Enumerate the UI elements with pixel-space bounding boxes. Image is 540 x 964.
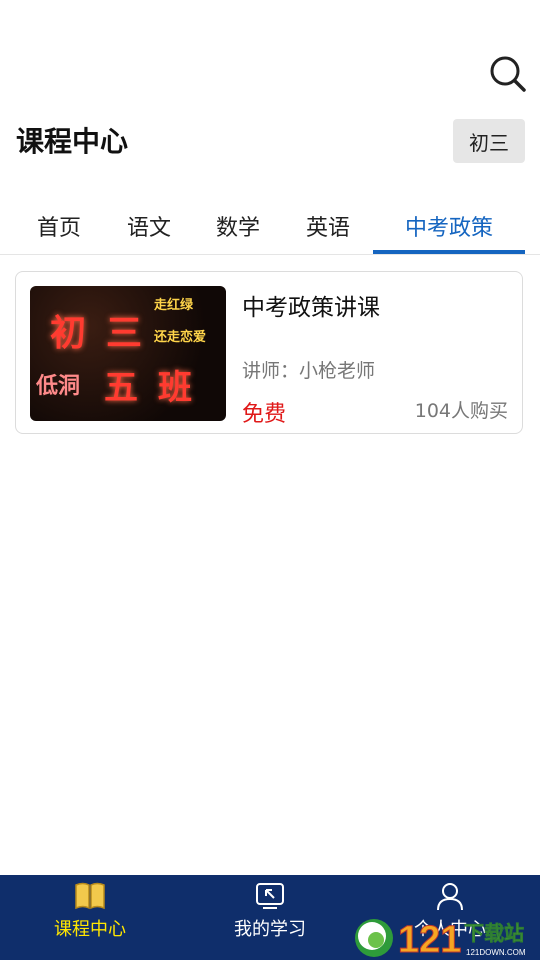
thumb-text-wu: 五 bbox=[104, 368, 138, 408]
tab-english[interactable]: 英语 bbox=[291, 196, 365, 254]
thumb-text-small-1: 走红绿 bbox=[154, 298, 194, 313]
user-icon bbox=[437, 883, 463, 911]
thumb-text-chu: 初 bbox=[50, 313, 87, 354]
nav-course-center-label: 课程中心 bbox=[54, 919, 126, 940]
search-button[interactable] bbox=[486, 52, 530, 96]
search-icon bbox=[490, 56, 526, 92]
tab-home[interactable]: 首页 bbox=[22, 196, 96, 254]
course-teacher: 讲师：小枪老师 bbox=[242, 360, 376, 382]
course-card[interactable]: 初 三 走红绿 还走恋爱 低洞 五 班 中考政策讲课 讲师：小枪老师 免费 10… bbox=[15, 271, 523, 434]
thumb-text-ban: 班 bbox=[158, 368, 192, 408]
category-tabs: 首页 语文 数学 英语 中考政策 bbox=[0, 196, 540, 255]
watermark-logo: 121 下载站 121DOWN.COM bbox=[352, 912, 538, 962]
thumb-text-didong: 低洞 bbox=[36, 374, 81, 399]
tab-exam-policy[interactable]: 中考政策 bbox=[373, 196, 525, 254]
grade-select-button[interactable]: 初三 bbox=[453, 119, 525, 163]
svg-text:121DOWN.COM: 121DOWN.COM bbox=[466, 948, 526, 957]
thumb-text-san: 三 bbox=[106, 313, 143, 354]
book-icon bbox=[75, 882, 105, 910]
tab-math[interactable]: 数学 bbox=[201, 196, 275, 254]
nav-course-center[interactable]: 课程中心 bbox=[0, 875, 180, 960]
nav-my-study-label: 我的学习 bbox=[234, 919, 306, 940]
page-title: 课程中心 bbox=[16, 125, 129, 158]
tab-chinese[interactable]: 语文 bbox=[112, 196, 186, 254]
nav-my-study[interactable]: 我的学习 bbox=[180, 875, 360, 960]
svg-text:121: 121 bbox=[398, 919, 461, 960]
thumb-text-small-2: 还走恋爱 bbox=[154, 330, 207, 345]
course-title: 中考政策讲课 bbox=[242, 295, 380, 321]
course-buyers-count: 104人购买 bbox=[414, 400, 508, 422]
active-tab-indicator bbox=[373, 250, 525, 254]
course-price: 免费 bbox=[242, 402, 287, 427]
course-thumbnail: 初 三 走红绿 还走恋爱 低洞 五 班 bbox=[30, 286, 226, 421]
svg-text:下载站: 下载站 bbox=[464, 921, 524, 945]
study-icon bbox=[256, 883, 284, 909]
